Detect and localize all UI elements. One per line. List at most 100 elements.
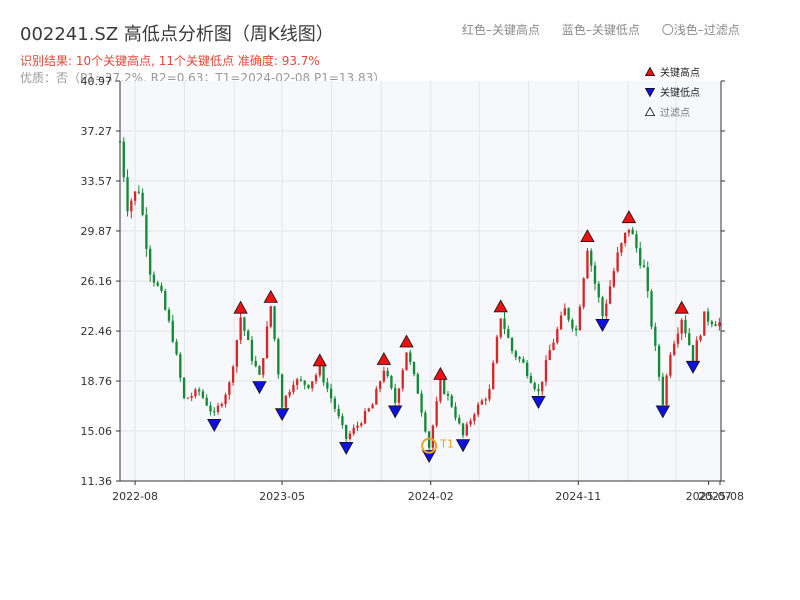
candle-body <box>424 412 427 432</box>
candle-body <box>345 424 348 439</box>
candle-body <box>367 408 370 412</box>
candle-body <box>499 318 502 337</box>
candle-body <box>322 365 325 383</box>
candle-body <box>167 309 171 321</box>
y-tick-label: 33.57 <box>81 175 113 188</box>
candle-body <box>563 308 566 316</box>
y-tick-label: 26.16 <box>81 275 113 288</box>
candle-body <box>299 379 303 381</box>
candle-body <box>171 320 174 342</box>
y-tick-label: 18.76 <box>81 375 113 388</box>
candle-body <box>156 282 159 286</box>
candle-body <box>277 339 280 375</box>
candle-body <box>197 389 201 392</box>
candle-body <box>567 308 570 320</box>
candle-body <box>480 400 484 405</box>
candle-body <box>273 306 276 340</box>
candle-body <box>559 315 563 330</box>
candle-body <box>544 360 548 382</box>
legend-label: 关键高点 <box>660 66 700 79</box>
candle-body <box>326 382 329 389</box>
candle-body <box>148 248 152 275</box>
candle-body <box>601 297 604 317</box>
candle-body <box>676 333 680 344</box>
candle-body <box>684 319 687 334</box>
candle-body <box>431 425 435 448</box>
candle-body <box>363 411 367 424</box>
candle-body <box>243 317 246 331</box>
y-tick-label: 15.06 <box>81 425 113 438</box>
candle-body <box>386 370 389 376</box>
candle-body <box>164 290 167 310</box>
candle-body <box>703 311 706 336</box>
candle-body <box>620 243 623 253</box>
y-tick-label: 22.46 <box>81 325 113 338</box>
candle-body <box>593 265 597 284</box>
candle-body <box>265 326 269 359</box>
candle-body <box>390 375 393 389</box>
candle-body <box>657 345 661 377</box>
candle-body <box>525 362 529 376</box>
candle-body <box>378 381 382 389</box>
candle-body <box>574 328 578 331</box>
candle-body <box>284 395 288 408</box>
candle-body <box>695 340 698 362</box>
candle-body <box>420 393 423 413</box>
candle-body <box>303 380 306 385</box>
candle-body <box>556 329 559 343</box>
candle-body <box>292 384 295 392</box>
candle-body <box>307 384 310 389</box>
candle-body <box>586 250 589 279</box>
candle-body <box>397 388 401 403</box>
candle-body <box>160 285 163 291</box>
candle-body <box>650 291 653 327</box>
candle-body <box>454 406 457 418</box>
candle-body <box>175 341 178 355</box>
candle-body <box>348 433 352 439</box>
candle-body <box>314 375 318 382</box>
candle-body <box>126 177 129 212</box>
candle-body <box>247 330 250 340</box>
candle-body <box>465 424 468 436</box>
candle-body <box>216 405 220 413</box>
candle-body <box>514 351 517 358</box>
candle-body <box>639 248 642 266</box>
candle-body <box>228 382 231 395</box>
t1-label: T1 <box>439 438 454 451</box>
candle-body <box>145 214 148 249</box>
candle-body <box>635 234 638 249</box>
candle-body <box>337 408 340 417</box>
candle-body <box>718 322 721 327</box>
candle-body <box>262 358 265 375</box>
candle-body <box>699 335 702 341</box>
candle-body <box>669 354 672 376</box>
candle-body <box>318 365 321 376</box>
candle-body <box>401 370 404 389</box>
candle-body <box>258 366 261 375</box>
candle-body <box>495 336 499 363</box>
x-tick-label: 2022-08 <box>112 490 158 503</box>
candle-body <box>205 397 208 406</box>
candle-body <box>311 381 314 389</box>
candle-body <box>518 357 521 360</box>
candle-body <box>492 362 495 390</box>
candle-body <box>646 267 649 292</box>
candle-body <box>688 333 691 346</box>
legend-marker <box>644 66 656 76</box>
candle-body <box>296 379 299 385</box>
candle-body <box>488 389 491 400</box>
candle-body <box>654 326 657 346</box>
candle-body <box>510 337 514 352</box>
candle-body <box>341 416 344 425</box>
candle-body <box>582 278 585 307</box>
candle-body <box>220 403 223 406</box>
candle-body <box>469 420 472 425</box>
candle-body <box>691 345 695 362</box>
candle-body <box>122 141 125 178</box>
candle-body <box>616 252 619 272</box>
candle-body <box>141 192 144 215</box>
candle-body <box>608 286 612 304</box>
candle-body <box>578 306 582 331</box>
candle-body <box>416 374 419 394</box>
candle-body <box>443 379 446 394</box>
